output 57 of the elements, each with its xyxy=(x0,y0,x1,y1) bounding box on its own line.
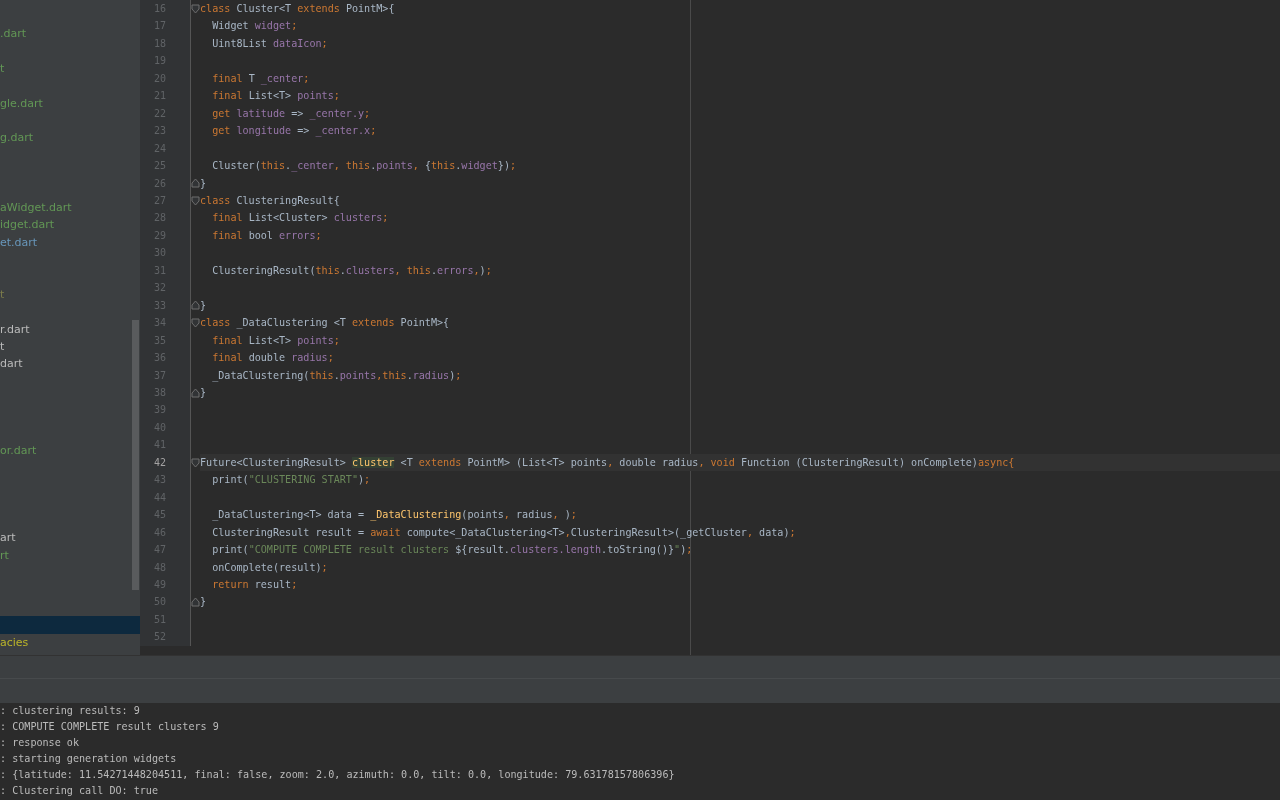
console-line: : starting generation widgets xyxy=(0,752,178,767)
tree-item[interactable]: acies xyxy=(0,633,140,652)
tree-item[interactable]: t xyxy=(0,338,140,356)
fold-marker-icon[interactable] xyxy=(191,300,200,311)
code-line: get latitude => _center.y; xyxy=(211,106,371,122)
code-line: } xyxy=(200,385,207,400)
tree-item[interactable]: idget.dart xyxy=(0,216,140,234)
code-line: get longitude => _center.x; xyxy=(211,124,377,139)
console-line: : clustering results: 9 xyxy=(0,704,141,718)
code-line: final List<T> points; xyxy=(211,89,340,104)
code-line: Widget widget; xyxy=(211,19,298,34)
code-line: _DataClustering<T> data = _DataClustering(points, radius, ); xyxy=(211,508,577,523)
code-line: _DataClustering(this.points,this.radius); xyxy=(211,368,462,384)
code-line: Uint8List dataIcon; xyxy=(211,36,328,51)
scrollbar[interactable] xyxy=(132,320,139,590)
tree-item[interactable]: t xyxy=(0,59,140,78)
tree-item[interactable]: t xyxy=(0,285,140,304)
fold-marker-icon[interactable] xyxy=(191,195,200,206)
tree-item[interactable]: rt xyxy=(0,546,140,565)
tree-item[interactable]: et.dart xyxy=(0,233,140,252)
tree-item[interactable]: art xyxy=(0,529,140,547)
fold-marker-icon[interactable] xyxy=(191,597,200,608)
console-line: : response ok xyxy=(0,736,80,751)
tree-item[interactable]: aWidget.dart xyxy=(0,198,140,217)
code-line: final double radius; xyxy=(211,351,334,366)
tree-item[interactable]: r.dart xyxy=(0,320,140,339)
fold-marker-icon[interactable] xyxy=(191,457,200,468)
code-line: final T _center; xyxy=(211,71,310,87)
tree-item[interactable]: or.dart xyxy=(0,442,140,460)
code-line: final List<Cluster> clusters; xyxy=(211,211,389,226)
code-line: onComplete(result); xyxy=(211,560,328,575)
code-line: final List<T> points; xyxy=(211,333,340,348)
console-line: : Clustering call DO: true xyxy=(0,784,159,799)
fold-marker-icon[interactable] xyxy=(191,317,200,328)
code-line: class Cluster<T extends PointM>{ xyxy=(200,2,395,16)
code-line: ClusteringResult(this.clusters, this.errors,); xyxy=(211,263,492,278)
code-line: ClusteringResult result = await compute<_DataClustering<T>,ClusteringResult>(_getCluster, data); xyxy=(211,525,796,541)
code-line: } xyxy=(200,298,207,313)
code-line: final bool errors; xyxy=(211,228,322,243)
code-line: Cluster(this._center, this.points, {this.widget}); xyxy=(211,159,517,174)
fold-marker-icon[interactable] xyxy=(191,387,200,398)
code-line: print("CLUSTERING START"); xyxy=(211,473,371,488)
console-line: : COMPUTE COMPLETE result clusters 9 xyxy=(0,720,220,735)
fold-marker-icon[interactable] xyxy=(191,178,200,189)
code-line: class ClusteringResult{ xyxy=(200,194,340,208)
code-line: } xyxy=(200,176,207,191)
tree-item[interactable]: .dart xyxy=(0,25,140,43)
code-line: print("COMPUTE COMPLETE result clusters ${result.clusters.length.toString()}"); xyxy=(211,543,693,558)
tree-item[interactable]: gle.dart xyxy=(0,94,140,112)
tree-item[interactable]: dart xyxy=(0,355,140,373)
fold-marker-icon[interactable] xyxy=(191,3,200,14)
console-line: : {latitude: 11.54271448204511, final: false, zoom: 2.0, azimuth: 0.0, tilt: 0.0, longitude: 79.63178157806396} xyxy=(0,768,676,783)
code-line: Future<ClusteringResult> cluster <T extends PointM> (List<T> points, double radius, void Function (ClusteringResult) onComplete)async{ xyxy=(200,455,1015,470)
code-line: return result; xyxy=(211,577,298,592)
code-line: class _DataClustering <T extends PointM>{ xyxy=(200,316,450,331)
tree-item[interactable]: g.dart xyxy=(0,129,140,147)
code-line: } xyxy=(200,595,207,610)
